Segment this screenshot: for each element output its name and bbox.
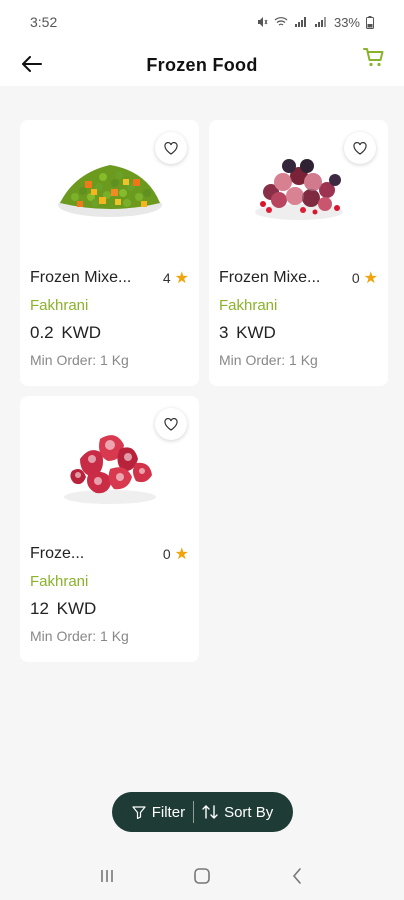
favorite-button[interactable]: [155, 408, 187, 440]
product-rating: 4 ★: [163, 268, 189, 288]
product-min-order: Min Order: 1 Kg: [30, 628, 129, 644]
star-icon: ★: [363, 270, 378, 287]
back-nav-button[interactable]: [277, 856, 317, 896]
filter-label: Filter: [151, 803, 186, 821]
status-time: 3:52: [30, 14, 58, 30]
heart-icon: [164, 417, 178, 431]
product-price: 12 KWD: [30, 599, 97, 618]
filter-button[interactable]: Filter: [126, 804, 191, 821]
product-card[interactable]: Froze... 0 ★ Fakhrani 12 KWD Min Order: …: [20, 396, 199, 662]
app-header: Frozen Food: [0, 44, 404, 86]
star-icon: ★: [174, 270, 189, 287]
rating-value: 0: [162, 546, 171, 562]
product-rating: 0 ★: [163, 544, 189, 564]
system-nav-bar: [0, 852, 404, 900]
mute-icon: [257, 17, 268, 27]
back-button[interactable]: [18, 50, 46, 78]
chevron-left-icon: [292, 868, 301, 884]
product-min-order: Min Order: 1 Kg: [219, 352, 318, 368]
favorite-button[interactable]: [155, 132, 187, 164]
cart-icon: [363, 48, 384, 67]
product-min-order: Min Order: 1 Kg: [30, 352, 129, 368]
status-icons: 33%: [256, 15, 374, 30]
wifi-icon: [274, 17, 288, 26]
recent-apps-icon: [101, 870, 114, 882]
heart-icon: [164, 141, 178, 155]
product-price: 3 KWD: [219, 323, 276, 342]
product-name-row: Froze... 0 ★: [30, 544, 189, 564]
home-button[interactable]: [182, 856, 222, 896]
product-brand: Fakhrani: [30, 297, 89, 314]
star-icon: ★: [174, 546, 189, 563]
battery-percent: 33%: [333, 14, 360, 30]
product-price: 0.2 KWD: [30, 323, 102, 342]
arrow-left-icon: [22, 56, 42, 72]
product-rating: 0 ★: [352, 268, 378, 288]
rating-value: 0: [351, 270, 360, 286]
sort-label: Sort By: [224, 803, 274, 821]
product-brand: Fakhrani: [219, 297, 278, 314]
product-brand: Fakhrani: [30, 573, 89, 590]
heart-icon: [353, 141, 367, 155]
filter-sort-bar: Filter Sort By: [112, 792, 293, 832]
filter-icon: [132, 806, 146, 819]
home-icon: [194, 868, 210, 884]
favorite-button[interactable]: [344, 132, 376, 164]
signal-icon: [294, 17, 306, 27]
product-name-row: Frozen Mixe... 4 ★: [30, 268, 189, 288]
product-card[interactable]: Frozen Mixe... 0 ★ Fakhrani 3 KWD Min Or…: [209, 120, 388, 386]
status-bar: 3:52 33%: [0, 0, 404, 44]
cart-button[interactable]: [360, 44, 388, 72]
signal-icon: [314, 17, 326, 27]
sort-icon: [202, 805, 218, 819]
product-name-row: Frozen Mixe... 0 ★: [219, 268, 378, 288]
battery-icon: [366, 15, 374, 29]
product-card[interactable]: Frozen Mixe... 4 ★ Fakhrani 0.2 KWD Min …: [20, 120, 199, 386]
page-title: Frozen Food: [146, 54, 258, 75]
sort-button[interactable]: Sort By: [196, 804, 279, 821]
product-name: Froze...: [30, 545, 85, 562]
rating-value: 4: [162, 270, 171, 286]
product-name: Frozen Mixe...: [219, 269, 321, 286]
recent-apps-button[interactable]: [87, 856, 127, 896]
product-name: Frozen Mixe...: [30, 269, 132, 286]
divider: [193, 801, 195, 823]
